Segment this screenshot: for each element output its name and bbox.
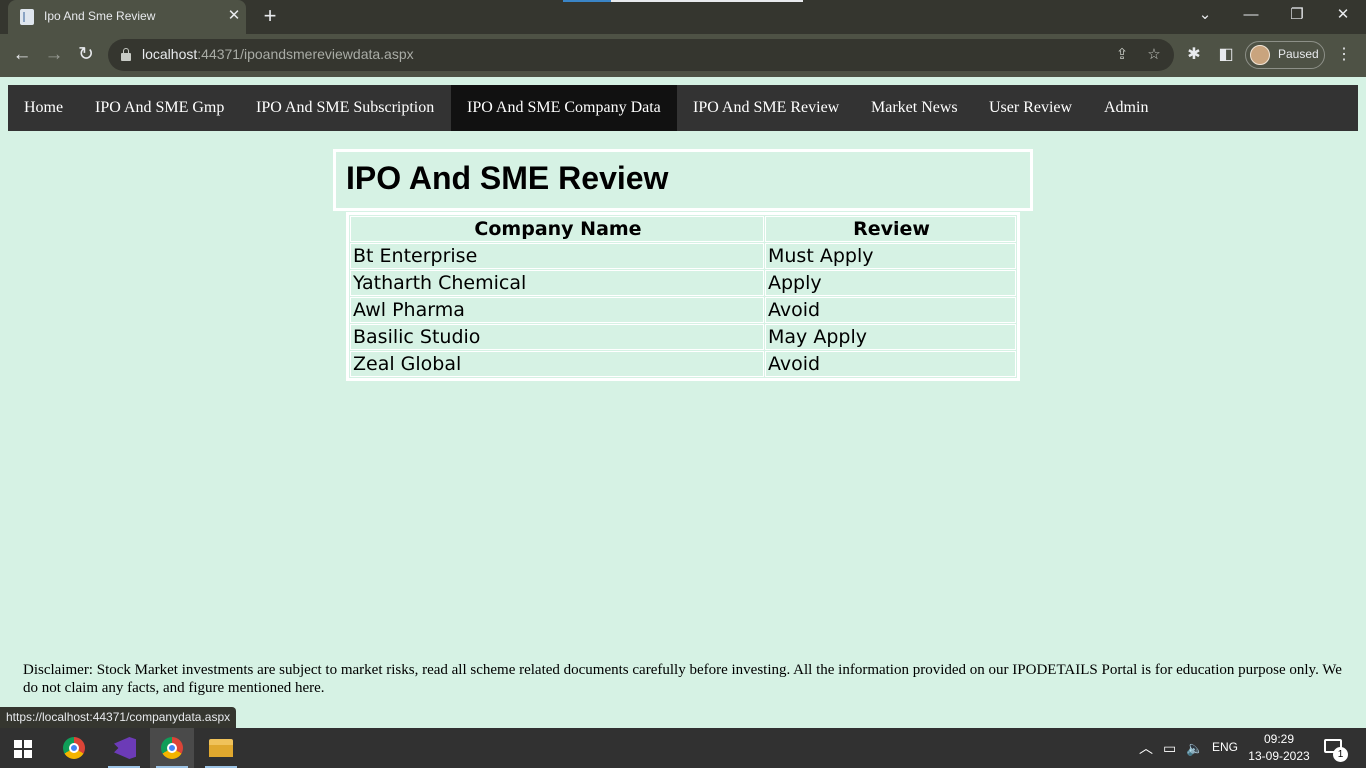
notification-badge: 1 (1333, 747, 1348, 762)
nav-home[interactable]: Home (8, 85, 79, 131)
table-row: Zeal Global Avoid (350, 351, 1016, 377)
chevron-up-icon[interactable]: ︿ (1139, 736, 1153, 760)
avatar (1250, 45, 1270, 65)
nav-ipo-sme-gmp[interactable]: IPO And SME Gmp (79, 85, 240, 131)
browser-tab[interactable]: Ipo And Sme Review ✕ (8, 0, 246, 34)
review-cell: Must Apply (765, 243, 1016, 269)
new-tab-button[interactable]: + (259, 5, 281, 29)
table-header-row: Company Name Review (350, 216, 1016, 242)
nav-market-news[interactable]: Market News (855, 85, 974, 131)
browser-toolbar: ← → ↻ localhost:44371/ipoandsmereviewdat… (0, 34, 1366, 77)
page-icon (20, 9, 34, 25)
taskbar-visual-studio[interactable] (102, 728, 146, 768)
menu-icon[interactable]: ⋮ (1333, 43, 1355, 67)
back-button[interactable]: ← (9, 42, 35, 68)
forward-button[interactable]: → (41, 42, 67, 68)
review-cell: Avoid (765, 351, 1016, 377)
file-explorer-icon (209, 739, 233, 757)
volume-icon[interactable]: 🔈 (1186, 736, 1203, 760)
nav-user-review[interactable]: User Review (973, 85, 1088, 131)
column-header-review: Review (765, 216, 1016, 242)
table-row: Yatharth Chemical Apply (350, 270, 1016, 296)
lock-icon[interactable] (121, 48, 131, 61)
chrome-icon (63, 737, 85, 759)
page-title: IPO And SME Review (346, 160, 669, 196)
taskbar-chrome-active[interactable] (150, 728, 194, 768)
company-cell: Zeal Global (350, 351, 764, 377)
taskbar-chrome[interactable] (52, 728, 96, 768)
windows-start-icon[interactable] (14, 740, 32, 758)
taskbar-file-explorer[interactable] (199, 728, 243, 768)
profile-label: Paused (1278, 47, 1319, 61)
review-cell: Avoid (765, 297, 1016, 323)
chrome-icon (161, 737, 183, 759)
disclaimer-text: Disclaimer: Stock Market investments are… (23, 662, 1342, 696)
review-cell: May Apply (765, 324, 1016, 350)
page-title-box: IPO And SME Review (333, 149, 1033, 211)
status-bar-url: https://localhost:44371/companydata.aspx (0, 707, 237, 728)
visual-studio-icon (114, 737, 136, 759)
table-row: Bt Enterprise Must Apply (350, 243, 1016, 269)
clock-time: 09:29 (1263, 732, 1295, 746)
language-indicator[interactable]: ENG (1212, 740, 1238, 754)
browser-tab-strip: Ipo And Sme Review ✕ + ⌄ — ❐ ✕ (0, 0, 1366, 34)
chevron-down-icon[interactable]: ⌄ (1191, 4, 1219, 26)
window-close-button[interactable]: ✕ (1329, 4, 1357, 26)
url-text[interactable]: localhost:44371/ipoandsmereviewdata.aspx (142, 46, 414, 62)
taskbar: ︿ ▭ 🔈 ENG 09:29 13-09-2023 1 (0, 728, 1366, 768)
minimize-button[interactable]: — (1237, 4, 1265, 26)
close-icon[interactable]: ✕ (226, 7, 242, 25)
reload-button[interactable]: ↻ (73, 42, 99, 68)
nav-admin[interactable]: Admin (1088, 85, 1164, 131)
extensions-icon[interactable]: ✱ (1183, 43, 1205, 67)
restore-button[interactable]: ❐ (1283, 4, 1311, 26)
network-icon[interactable]: ▭ (1163, 736, 1176, 760)
column-header-company: Company Name (350, 216, 764, 242)
side-panel-icon[interactable]: ◧ (1215, 43, 1237, 67)
nav-ipo-sme-review[interactable]: IPO And SME Review (677, 85, 855, 131)
company-cell: Bt Enterprise (350, 243, 764, 269)
nav-ipo-sme-subscription[interactable]: IPO And SME Subscription (240, 85, 450, 131)
table-row: Awl Pharma Avoid (350, 297, 1016, 323)
tab-title: Ipo And Sme Review (44, 9, 156, 23)
review-table: Company Name Review Bt Enterprise Must A… (346, 212, 1020, 381)
star-icon[interactable]: ☆ (1143, 44, 1165, 66)
review-cell: Apply (765, 270, 1016, 296)
profile-button[interactable]: Paused (1245, 41, 1325, 69)
share-icon[interactable]: ⇪ (1111, 44, 1133, 66)
clock-date: 13-09-2023 (1248, 749, 1310, 763)
site-navbar: Home IPO And SME Gmp IPO And SME Subscri… (8, 85, 1358, 131)
company-cell: Basilic Studio (350, 324, 764, 350)
company-cell: Yatharth Chemical (350, 270, 764, 296)
address-bar[interactable]: localhost:44371/ipoandsmereviewdata.aspx… (108, 39, 1174, 71)
loading-strip (563, 0, 803, 2)
clock[interactable]: 09:29 13-09-2023 (1244, 731, 1314, 765)
company-cell: Awl Pharma (350, 297, 764, 323)
table-row: Basilic Studio May Apply (350, 324, 1016, 350)
nav-ipo-sme-company-data[interactable]: IPO And SME Company Data (451, 85, 677, 131)
